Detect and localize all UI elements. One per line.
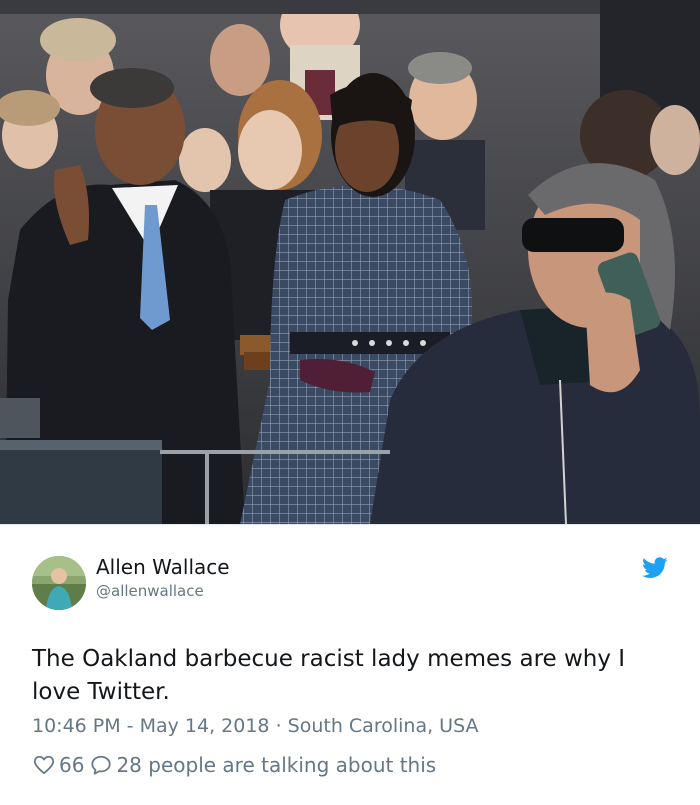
tweet-location[interactable]: South Carolina, USA: [288, 715, 479, 737]
tweet-meta: 10:46 PM - May 14, 2018 · South Carolina…: [32, 715, 478, 737]
tweet-embed-card: Allen Wallace @allenwallace The Oakland …: [0, 0, 700, 805]
tweet: Allen Wallace @allenwallace The Oakland …: [0, 524, 700, 805]
tweet-text: The Oakland barbecue racist lady memes a…: [32, 646, 626, 705]
talking-count-link[interactable]: 28 people are talking about this: [116, 753, 436, 777]
avatar-image: [32, 556, 86, 610]
tweet-actions: 66 28 people are talking about this: [33, 751, 436, 779]
author-handle[interactable]: @allenwallace: [96, 582, 204, 600]
like-count: 66: [59, 753, 85, 777]
heart-icon[interactable]: [33, 754, 55, 776]
inauguration-photo-illustration: [0, 0, 700, 524]
speech-bubble-icon[interactable]: [90, 754, 112, 776]
author-name[interactable]: Allen Wallace: [96, 555, 230, 579]
tweet-photo[interactable]: [0, 0, 700, 524]
tweet-timestamp[interactable]: 10:46 PM - May 14, 2018: [32, 715, 270, 737]
avatar[interactable]: [32, 556, 86, 610]
twitter-bird-icon[interactable]: [642, 557, 668, 579]
meta-separator: ·: [275, 715, 282, 737]
